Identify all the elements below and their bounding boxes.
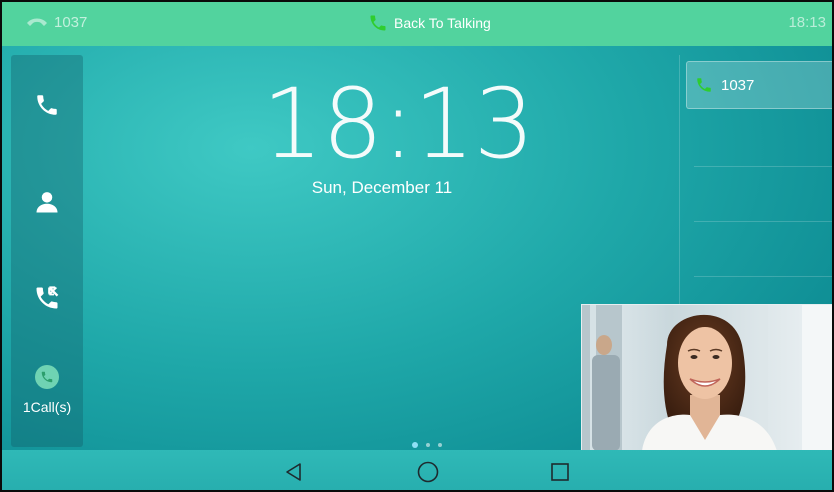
phone-icon bbox=[41, 371, 53, 383]
calls-count-label: 1Call(s) bbox=[22, 399, 72, 415]
active-calls-button[interactable]: 1Call(s) bbox=[11, 365, 83, 435]
clock-time: 18:13 bbox=[262, 74, 535, 174]
phone-hangup-icon bbox=[27, 18, 47, 26]
sidebar-item-dialer[interactable] bbox=[11, 75, 83, 135]
call-history-icon bbox=[36, 286, 59, 309]
line-key-divider bbox=[694, 221, 832, 222]
back-to-talking-label: Back To Talking bbox=[394, 15, 491, 31]
line-key-label: 1037 bbox=[721, 76, 755, 94]
page-indicator bbox=[412, 442, 442, 448]
sidebar-item-directory[interactable] bbox=[11, 172, 83, 232]
back-to-talking-button[interactable]: Back To Talking bbox=[368, 13, 491, 33]
phone-icon bbox=[370, 15, 386, 31]
line-key-divider bbox=[694, 166, 832, 167]
sidebar-item-history[interactable] bbox=[11, 268, 83, 328]
clock-date: Sun, December 11 bbox=[311, 178, 453, 197]
status-time: 18:13 bbox=[788, 14, 826, 31]
active-call-indicator bbox=[35, 365, 59, 389]
page-dot bbox=[438, 443, 442, 447]
recents-button[interactable] bbox=[548, 460, 572, 484]
back-icon bbox=[286, 463, 301, 481]
phone-screen: 1037 Back To Talking 18:13 1Call(s) 18:1… bbox=[0, 0, 834, 492]
phone-icon bbox=[697, 78, 711, 92]
clock-time-text: 18:13 bbox=[262, 68, 535, 180]
navigation-bar bbox=[2, 450, 832, 490]
video-feed-image bbox=[582, 305, 832, 450]
page-dot bbox=[426, 443, 430, 447]
line-key-divider bbox=[694, 276, 832, 277]
home-icon bbox=[417, 461, 439, 483]
video-call-window[interactable] bbox=[581, 304, 832, 450]
line-keys-panel: 1037 bbox=[679, 55, 832, 305]
line-status-label: 1037 bbox=[54, 14, 88, 31]
back-button[interactable] bbox=[282, 460, 306, 484]
contact-icon bbox=[36, 192, 58, 213]
home-button[interactable] bbox=[416, 460, 440, 484]
sidebar: 1Call(s) bbox=[11, 55, 83, 447]
status-bar: 1037 Back To Talking 18:13 bbox=[2, 2, 832, 46]
line-status: 1037 bbox=[26, 14, 87, 31]
line-key-1037[interactable]: 1037 bbox=[686, 61, 832, 109]
page-dot-active bbox=[412, 442, 418, 448]
phone-icon bbox=[37, 95, 57, 115]
recents-icon bbox=[551, 463, 569, 481]
